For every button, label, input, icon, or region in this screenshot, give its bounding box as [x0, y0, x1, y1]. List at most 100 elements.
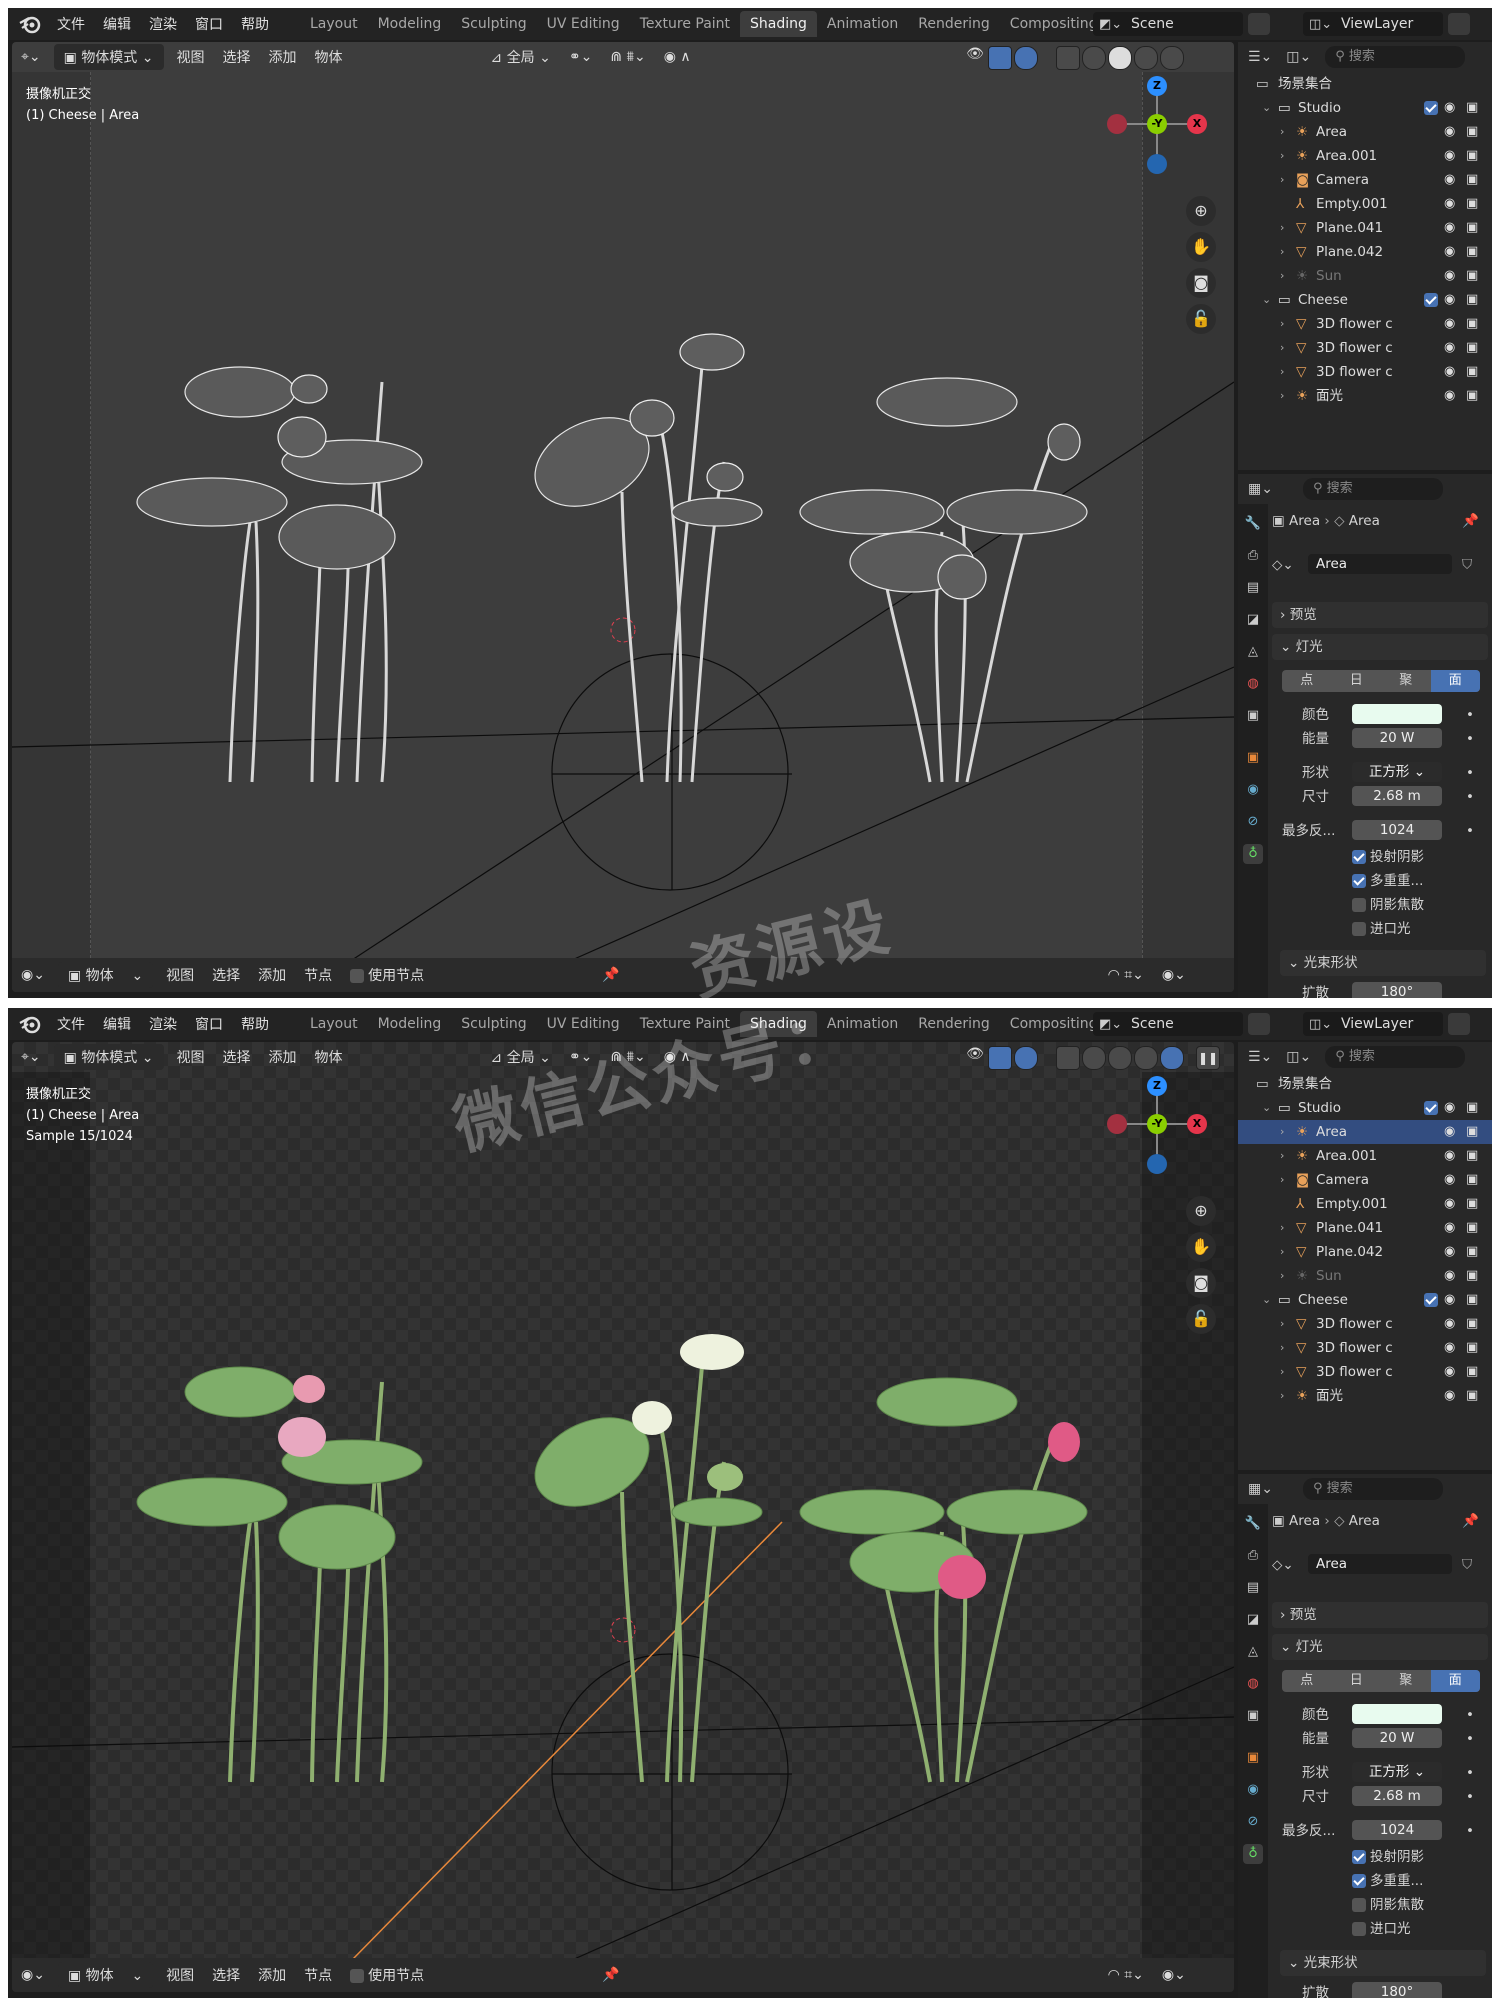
render-camera-icon[interactable]: ▣ — [1466, 1240, 1478, 1264]
render-camera-icon[interactable]: ▣ — [1466, 336, 1478, 360]
footer-overlay-icon[interactable]: ◉⌄ — [1153, 1967, 1195, 1983]
editor-type-shader-icon[interactable]: ◉⌄ — [12, 1967, 54, 1983]
properties-type-icon[interactable]: ▦⌄ — [1248, 481, 1273, 497]
render-camera-icon[interactable]: ▣ — [1466, 384, 1478, 408]
menu-add[interactable]: 添加 — [260, 1047, 306, 1067]
breadcrumb-object[interactable]: Area — [1289, 1513, 1320, 1529]
menu-edit[interactable]: 编辑 — [94, 14, 140, 34]
keyframe-dot-icon[interactable]: • — [1466, 704, 1474, 726]
breadcrumb-data[interactable]: Area — [1349, 1513, 1380, 1529]
expand-right-icon[interactable]: › — [1280, 336, 1284, 360]
shadow-caustics-row[interactable]: 阴影焦散 — [1352, 1894, 1492, 1916]
light-type-spot[interactable]: 聚 — [1381, 1670, 1431, 1692]
render-tab-icon[interactable]: ⎙ — [1243, 1546, 1263, 1566]
shading-rendered-icon[interactable] — [1160, 46, 1184, 70]
expand-right-icon[interactable]: › — [1280, 216, 1284, 240]
render-camera-icon[interactable]: ▣ — [1466, 360, 1478, 384]
eye-icon[interactable]: ◉ — [1444, 1096, 1455, 1120]
eye-icon[interactable]: ◉ — [1444, 1384, 1455, 1408]
preview-panel-header[interactable]: › 预览 — [1272, 602, 1488, 628]
constraints-tab-icon[interactable]: ⊘ — [1243, 812, 1263, 832]
expand-down-icon[interactable]: ⌄ — [1262, 1096, 1271, 1120]
light-type-sun[interactable]: 日 — [1332, 1670, 1382, 1692]
gizmo-x-axis[interactable]: X — [1187, 114, 1207, 134]
render-camera-icon[interactable]: ▣ — [1466, 288, 1478, 312]
multiple-importance-row[interactable]: 多重重... — [1352, 870, 1492, 892]
datablock-selector[interactable]: ◇⌄ Area ⛉ — [1272, 1554, 1487, 1576]
camera-view-icon[interactable]: ◙ — [1186, 1268, 1216, 1298]
expand-right-icon[interactable]: › — [1280, 240, 1284, 264]
output-tab-icon[interactable]: ▤ — [1243, 578, 1263, 598]
render-camera-icon[interactable]: ▣ — [1466, 312, 1478, 336]
shader-type-dropdown[interactable]: ▣ 物体 ⌄ — [57, 962, 154, 988]
size-field[interactable]: 2.68 m — [1352, 1786, 1442, 1806]
render-camera-icon[interactable]: ▣ — [1466, 96, 1478, 120]
expand-right-icon[interactable]: › — [1280, 1216, 1284, 1240]
datablock-name[interactable]: Area — [1308, 554, 1452, 574]
preview-panel-header[interactable]: › 预览 — [1272, 1602, 1488, 1628]
gizmo-neg-x-axis[interactable] — [1107, 1114, 1127, 1134]
outliner-row[interactable]: › ▽ Plane.042 ◉ ▣ — [1238, 1240, 1492, 1264]
eye-icon[interactable]: ◉ — [1444, 1120, 1455, 1144]
shading-wireframe-icon[interactable] — [1082, 1046, 1106, 1070]
footer-menu-select[interactable]: 选择 — [203, 965, 249, 985]
tab-sculpting[interactable]: Sculpting — [451, 1011, 536, 1037]
render-camera-icon[interactable]: ▣ — [1466, 240, 1478, 264]
shadow-caustics-checkbox[interactable] — [1352, 898, 1366, 912]
world-tab-icon[interactable]: ◍ — [1243, 1674, 1263, 1694]
max-bounces-field[interactable]: 1024 — [1352, 1820, 1442, 1840]
shading-solid-icon[interactable] — [1108, 1046, 1132, 1070]
outliner-row[interactable]: › ▽ 3D flower c ◉ ▣ — [1238, 1336, 1492, 1360]
outliner-row[interactable]: › ▽ 3D flower c ◉ ▣ — [1238, 1360, 1492, 1384]
tool-tab-icon[interactable]: 🔧 — [1243, 514, 1263, 534]
render-camera-icon[interactable]: ▣ — [1466, 1384, 1478, 1408]
render-camera-icon[interactable]: ▣ — [1466, 1096, 1478, 1120]
menu-help[interactable]: 帮助 — [232, 14, 278, 34]
exclude-checkbox[interactable] — [1424, 101, 1438, 115]
use-nodes-checkbox[interactable]: 使用节点 — [341, 965, 433, 985]
light-panel-header[interactable]: ⌄ 灯光 — [1272, 1634, 1488, 1660]
footer-menu-add[interactable]: 添加 — [249, 965, 295, 985]
light-type-area[interactable]: 面 — [1430, 670, 1480, 692]
expand-down-icon[interactable]: ⌄ — [1262, 96, 1271, 120]
outliner-row[interactable]: › ▽ 3D flower c ◉ ▣ — [1238, 360, 1492, 384]
eye-icon[interactable]: ◉ — [1444, 240, 1455, 264]
light-data-tab-icon[interactable]: ♁ — [1243, 844, 1263, 864]
lock-icon[interactable]: 🔓 — [1186, 304, 1216, 334]
tab-layout[interactable]: Layout — [300, 11, 368, 37]
editor-type-icon[interactable]: ⌖⌄ — [12, 1049, 50, 1065]
fake-user-shield-icon[interactable]: ⛉ — [1462, 1554, 1472, 1576]
eye-icon[interactable]: ◉ — [1444, 1240, 1455, 1264]
menu-window[interactable]: 窗口 — [186, 14, 232, 34]
tab-modeling[interactable]: Modeling — [368, 1011, 452, 1037]
exclude-checkbox[interactable] — [1424, 1101, 1438, 1115]
power-field[interactable]: 20 W — [1352, 1728, 1442, 1748]
navigation-gizmo[interactable]: Z -Y X — [1107, 1076, 1207, 1186]
outliner-row[interactable]: › ▽ Plane.041 ◉ ▣ — [1238, 216, 1492, 240]
display-mode-icon[interactable]: ◫⌄ — [1286, 1049, 1311, 1065]
render-camera-icon[interactable]: ▣ — [1466, 120, 1478, 144]
multiple-importance-checkbox[interactable] — [1352, 874, 1366, 888]
collection-tab-icon[interactable]: ▣ — [1243, 1706, 1263, 1726]
render-camera-icon[interactable]: ▣ — [1466, 1144, 1478, 1168]
xray-icon[interactable] — [1056, 1046, 1080, 1070]
tab-modeling[interactable]: Modeling — [368, 11, 452, 37]
gizmo-toggle-icon[interactable] — [988, 46, 1012, 70]
tab-uv-editing[interactable]: UV Editing — [537, 1011, 630, 1037]
outliner-row[interactable]: › ▽ 3D flower c ◉ ▣ — [1238, 336, 1492, 360]
shading-wireframe-icon[interactable] — [1082, 46, 1106, 70]
cast-shadow-checkbox[interactable] — [1352, 850, 1366, 864]
tab-layout[interactable]: Layout — [300, 1011, 368, 1037]
shadow-caustics-row[interactable]: 阴影焦散 — [1352, 894, 1492, 916]
menu-view[interactable]: 视图 — [168, 47, 214, 67]
visibility-icon[interactable]: 👁 — [964, 1046, 986, 1068]
keyframe-dot-icon[interactable]: • — [1466, 820, 1474, 842]
eye-icon[interactable]: ◉ — [1444, 144, 1455, 168]
lock-icon[interactable]: 🔓 — [1186, 1304, 1216, 1334]
world-tab-icon[interactable]: ◍ — [1243, 674, 1263, 694]
eye-icon[interactable]: ◉ — [1444, 216, 1455, 240]
outliner-row[interactable]: ⅄ Empty.001 ◉ ▣ — [1238, 192, 1492, 216]
render-camera-icon[interactable]: ▣ — [1466, 168, 1478, 192]
outliner-row[interactable]: › ▽ 3D flower c ◉ ▣ — [1238, 1312, 1492, 1336]
keyframe-dot-icon[interactable]: • — [1466, 786, 1474, 808]
